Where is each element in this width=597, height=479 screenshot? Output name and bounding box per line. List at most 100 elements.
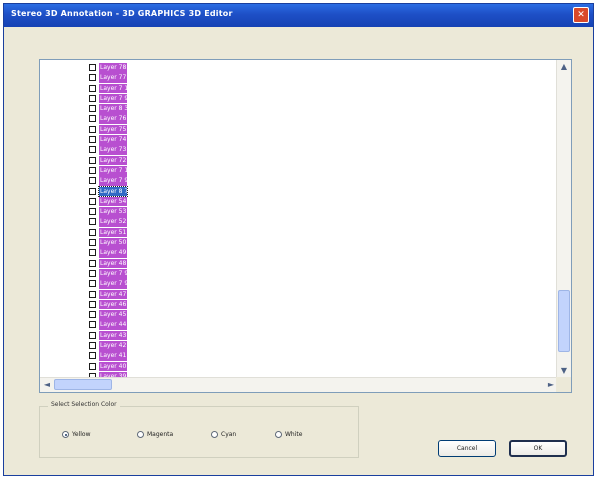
layer-checkbox[interactable] [89,228,96,236]
cancel-button[interactable]: Cancel [438,440,496,457]
list-item[interactable]: Layer 72 [89,155,139,166]
list-item[interactable]: Layer 54 [89,196,139,207]
layer-checkbox[interactable] [89,331,96,339]
layer-label[interactable]: Layer 48 [99,258,127,269]
list-item[interactable]: Layer 74 [89,135,139,145]
radio-white-dot[interactable] [275,431,282,438]
layer-label[interactable]: Layer 54 [99,196,127,207]
layer-label[interactable]: Layer 8 3 [99,104,127,114]
list-item[interactable]: Layer 7 98 [89,176,139,186]
list-item[interactable]: Layer 75 [89,124,139,135]
layer-label[interactable]: Layer 73 [99,145,127,155]
horizontal-scroll-thumb[interactable] [54,379,112,390]
radio-magenta-dot[interactable] [137,431,144,438]
layer-label[interactable]: Layer 78 [99,63,127,73]
layer-checkbox[interactable] [89,146,96,154]
list-item[interactable]: Layer 7 99 [89,93,139,104]
layer-label[interactable]: Layer 44 [99,320,127,331]
layer-checkbox[interactable] [89,290,96,298]
ok-button[interactable]: OK [509,440,567,457]
list-item[interactable]: Layer 7 96 [89,279,139,289]
layer-checkbox[interactable] [89,269,96,277]
layer-checkbox[interactable] [89,218,96,226]
layer-checkbox[interactable] [89,136,96,144]
layer-label[interactable]: Layer 8 74 [98,185,128,198]
layer-checkbox[interactable] [89,311,96,319]
scroll-down-icon[interactable]: ▼ [559,366,569,376]
list-item[interactable]: Layer 43 [89,330,139,341]
layer-label[interactable]: Layer 40 [99,361,127,372]
list-item[interactable]: Layer 78 [89,63,139,73]
list-item[interactable]: Layer 44 [89,320,139,331]
layer-checkbox[interactable] [89,156,96,164]
list-item[interactable]: Layer 48 [89,258,139,269]
list-item[interactable]: Layer 41 [89,351,139,361]
layer-label[interactable]: Layer 7 99 [99,93,127,104]
layer-label[interactable]: Layer 74 [99,135,127,145]
list-item[interactable]: Layer 50 [89,238,139,248]
layer-checkbox[interactable] [89,84,96,92]
layer-checkbox[interactable] [89,321,96,329]
layer-label[interactable]: Layer 49 [99,248,127,258]
layer-list[interactable]: Layer 78Layer 77Layer 7 100Layer 7 99Lay… [39,59,572,393]
layer-label[interactable]: Layer 7 100 [99,83,127,94]
layer-checkbox[interactable] [89,239,96,247]
layer-checkbox[interactable] [89,94,96,102]
layer-label[interactable]: Layer 76 [99,114,127,125]
list-item[interactable]: Layer 52 [89,217,139,228]
layer-label[interactable]: Layer 7 98 [99,176,127,186]
layer-label[interactable]: Layer 75 [99,124,127,135]
layer-checkbox[interactable] [89,300,96,308]
layer-checkbox[interactable] [89,125,96,133]
layer-checkbox[interactable] [89,105,96,113]
scroll-left-icon[interactable]: ◄ [42,380,52,390]
layer-label[interactable]: Layer 42 [99,341,127,351]
list-item[interactable]: Layer 7 97 [89,268,139,279]
layer-checkbox[interactable] [89,177,96,185]
layer-checkbox[interactable] [89,259,96,267]
layer-checkbox[interactable] [89,115,96,123]
list-item[interactable]: Layer 76 [89,114,139,125]
list-item[interactable]: Layer 73 [89,145,139,155]
layer-label[interactable]: Layer 53 [99,207,127,217]
list-item[interactable]: Layer 7 1 [89,165,139,176]
vertical-scrollbar[interactable]: ▲ ▼ [556,60,571,378]
radio-cyan-dot[interactable] [211,431,218,438]
layer-label[interactable]: Layer 72 [99,155,127,166]
list-item[interactable]: Layer 42 [89,341,139,351]
layer-checkbox[interactable] [89,74,96,82]
layer-label[interactable]: Layer 7 1 [99,165,127,176]
layer-label[interactable]: Layer 41 [99,351,127,361]
horizontal-scrollbar[interactable]: ◄ ► [40,377,558,392]
close-button[interactable]: ✕ [573,7,589,23]
layer-label[interactable]: Layer 77 [99,73,127,83]
layer-checkbox[interactable] [89,280,96,288]
list-item[interactable]: Layer 47 [89,289,139,300]
scroll-right-icon[interactable]: ► [546,380,556,390]
list-item[interactable]: Layer 8 74 [89,185,139,198]
list-item[interactable]: Layer 46 [89,299,139,310]
layer-checkbox[interactable] [89,64,96,71]
list-item[interactable]: Layer 51 [89,227,139,238]
layer-label[interactable]: Layer 45 [99,310,127,320]
layer-label[interactable]: Layer 46 [99,299,127,310]
radio-yellow-dot[interactable] [62,431,69,438]
vertical-scroll-thumb[interactable] [558,290,570,352]
layer-label[interactable]: Layer 47 [99,289,127,300]
title-bar[interactable]: Stereo 3D Annotation - 3D GRAPHICS 3D Ed… [4,4,593,27]
list-item[interactable]: Layer 53 [89,207,139,217]
layer-checkbox[interactable] [89,166,96,174]
layer-checkbox[interactable] [89,208,96,216]
list-item[interactable]: Layer 40 [89,361,139,372]
layer-label[interactable]: Layer 7 97 [99,268,127,279]
list-item[interactable]: Layer 7 100 [89,83,139,94]
layer-label[interactable]: Layer 52 [99,217,127,228]
layer-label[interactable]: Layer 50 [99,238,127,248]
list-item[interactable]: Layer 45 [89,310,139,320]
layer-checkbox[interactable] [89,362,96,370]
list-item[interactable]: Layer 49 [89,248,139,258]
list-item[interactable]: Layer 8 3 [89,104,139,114]
scroll-up-icon[interactable]: ▲ [559,62,569,72]
layer-checkbox[interactable] [89,187,96,195]
layer-label[interactable]: Layer 7 96 [99,279,127,289]
